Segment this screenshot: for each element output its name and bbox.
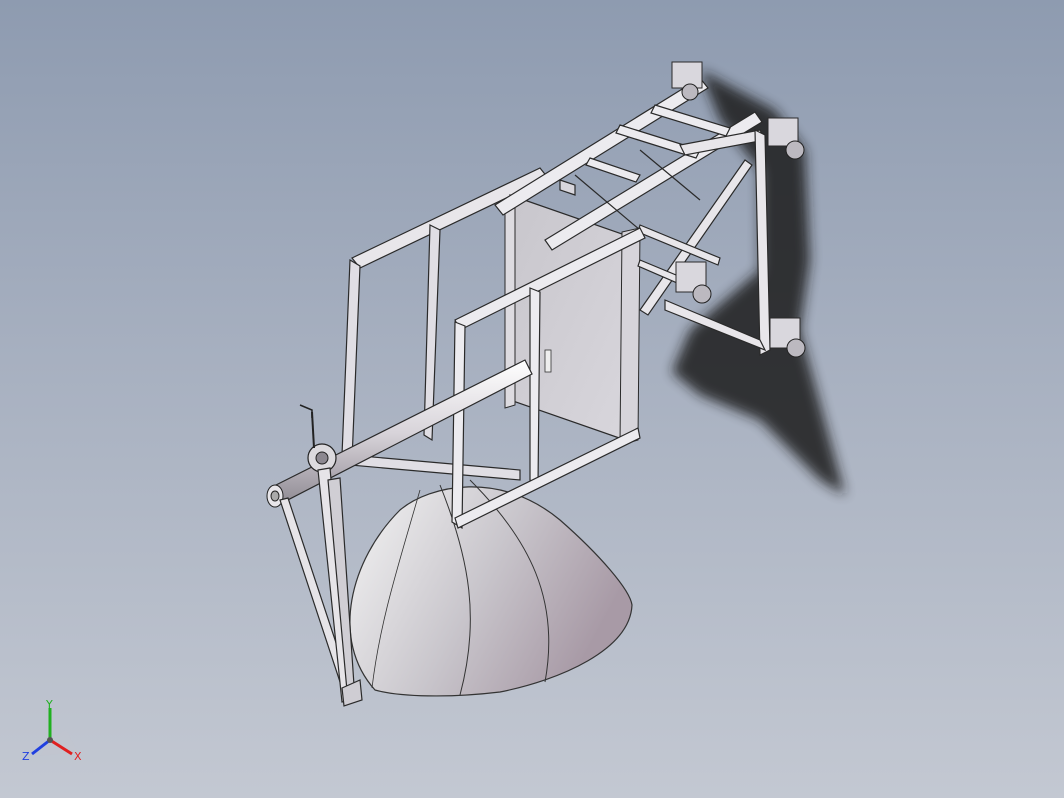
- gear-drive: [299, 404, 337, 473]
- caster-wheel-bottom-left: [675, 261, 712, 304]
- triad-origin: [47, 737, 53, 743]
- lever-arm: [279, 467, 363, 707]
- z-axis-label: Z: [22, 750, 30, 763]
- orientation-triad[interactable]: Y X Z: [16, 700, 96, 780]
- x-axis-label: X: [74, 750, 82, 763]
- y-axis-label: Y: [45, 700, 53, 711]
- cad-viewport[interactable]: Y X Z: [0, 0, 1064, 798]
- dome-housing: [349, 479, 633, 697]
- main-shaft: [266, 359, 533, 508]
- cad-model-view: [266, 61, 845, 707]
